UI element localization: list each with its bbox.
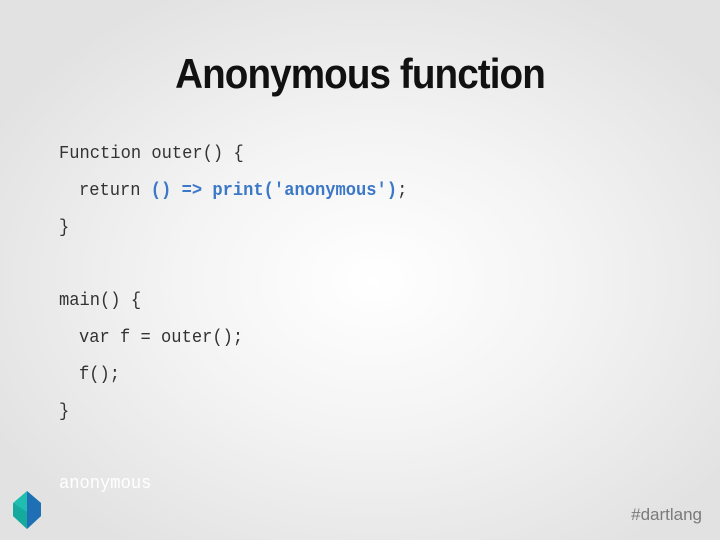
code-line: main() { bbox=[59, 291, 142, 312]
code-highlight-lambda: () => print('anonymous') bbox=[150, 180, 398, 201]
slide-title: Anonymous function bbox=[175, 50, 546, 97]
code-line: Function outer() { bbox=[59, 144, 244, 164]
program-output: anonymous bbox=[59, 474, 152, 494]
code-line-return: return () => print('anonymous'); bbox=[59, 177, 407, 214]
code-line: f(); bbox=[78, 364, 121, 385]
code-line: } bbox=[59, 401, 70, 422]
code-line: } bbox=[59, 217, 70, 238]
hashtag-label: #dartlang bbox=[631, 505, 702, 524]
code-keyword-return: return bbox=[78, 180, 151, 201]
dart-logo-icon bbox=[13, 491, 41, 529]
code-line: var f = outer(); bbox=[78, 327, 244, 348]
code-block: Function outer() { return () => print('a… bbox=[59, 140, 407, 434]
code-semicolon: ; bbox=[397, 180, 408, 201]
